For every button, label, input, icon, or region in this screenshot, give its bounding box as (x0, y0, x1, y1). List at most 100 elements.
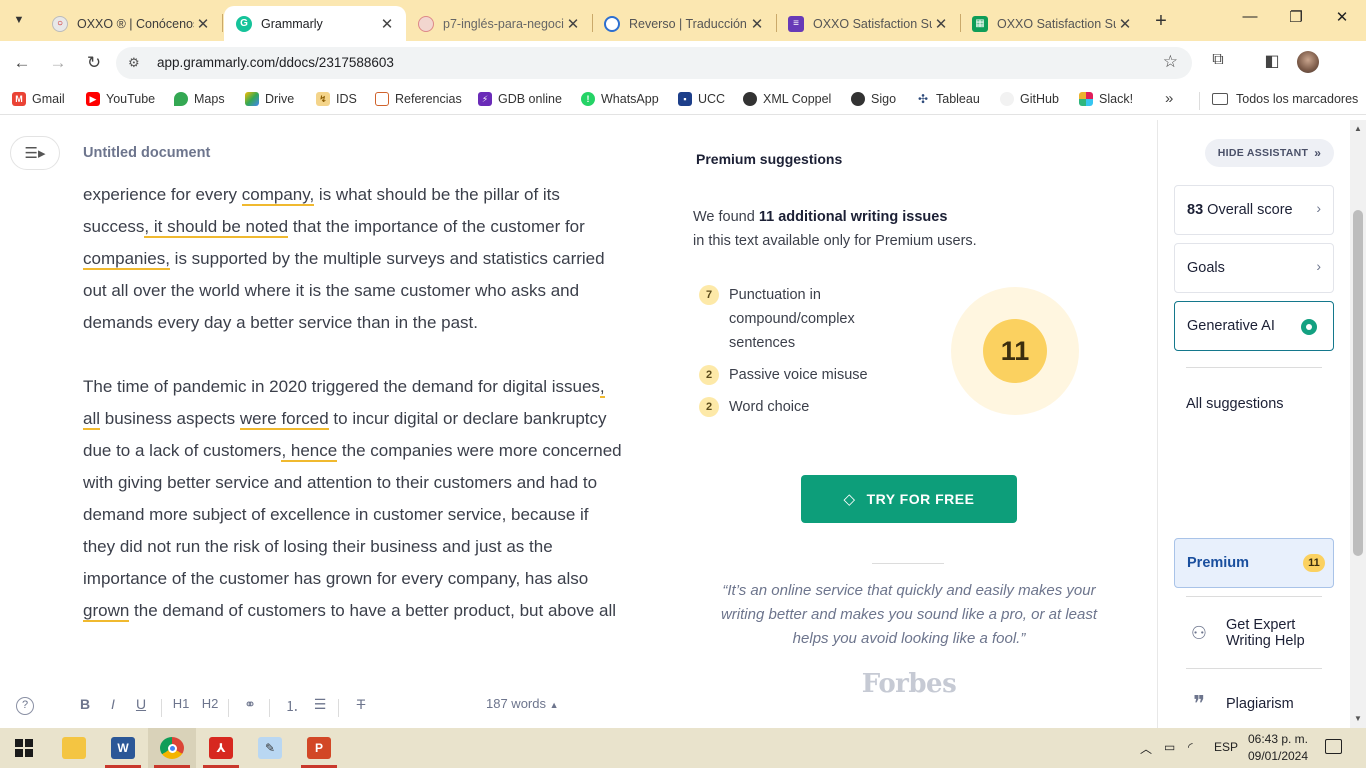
close-icon[interactable]: ✕ (378, 15, 396, 33)
restore-icon[interactable]: ❐ (1276, 8, 1316, 32)
bulleted-list-icon[interactable]: ☰ (309, 696, 331, 713)
suggestion-underline[interactable]: company, (241, 185, 315, 206)
bookmark-sigo[interactable]: Sigo (851, 92, 896, 106)
url-text[interactable]: app.grammarly.com/ddocs/2317588603 (157, 55, 394, 70)
help-icon[interactable]: ? (16, 697, 34, 715)
tab-separator (222, 14, 223, 32)
close-icon[interactable]: ✕ (932, 15, 950, 33)
overall-score-label: Overall score (1207, 202, 1293, 218)
all-suggestions-tab[interactable]: All suggestions (1186, 396, 1284, 412)
new-tab-icon[interactable]: + (1151, 10, 1171, 33)
language-indicator[interactable]: ESP (1214, 740, 1238, 754)
italic-icon[interactable]: I (102, 696, 124, 712)
link-icon[interactable]: ⚭ (239, 696, 261, 713)
premium-tab[interactable]: Premium 11 (1174, 538, 1334, 588)
device-icon[interactable]: ▭ (1164, 740, 1175, 754)
taskbar-chrome[interactable] (148, 728, 196, 768)
tab-search-icon[interactable]: ▼ (6, 8, 32, 32)
close-icon[interactable]: ✕ (194, 15, 212, 33)
bookmark-ucc[interactable]: ▪ UCC (678, 92, 725, 106)
forward-icon[interactable]: → (46, 51, 70, 75)
profile-avatar[interactable] (1297, 51, 1319, 73)
taskbar-word[interactable]: W (99, 728, 147, 768)
overall-score-card[interactable]: 83 Overall score › (1174, 185, 1334, 235)
bookmark-gmail[interactable]: M Gmail (12, 92, 65, 106)
documents-menu-button[interactable]: ☰▸ (10, 136, 60, 170)
scroll-down-icon[interactable]: ▼ (1350, 714, 1366, 723)
suggestion-underline[interactable]: , it should be noted (144, 217, 289, 238)
site-info-icon[interactable]: ⚙ (128, 55, 140, 71)
bookmark-tableau[interactable]: ✣ Tableau (916, 92, 980, 106)
document-body[interactable]: experience for every company, is what sh… (83, 179, 623, 680)
bookmark-referencias[interactable]: Referencias (375, 92, 462, 106)
wifi-icon[interactable]: ◜ (1188, 740, 1193, 754)
start-button[interactable] (0, 728, 48, 768)
issue-row: 2 Passive voice misuse (699, 363, 899, 387)
suggestion-underline[interactable]: companies, (83, 249, 170, 270)
bookmark-slack[interactable]: Slack! (1079, 92, 1133, 106)
scroll-up-icon[interactable]: ▲ (1350, 124, 1366, 133)
document-title[interactable]: Untitled document (83, 145, 210, 161)
extensions-icon[interactable]: ⧉ (1206, 51, 1230, 69)
grammarly-favicon-icon: G (236, 15, 252, 32)
system-clock[interactable]: 06:43 p. m. 09/01/2024 (1240, 731, 1316, 765)
page-scrollbar[interactable]: ▲ ▼ (1350, 120, 1366, 728)
taskbar-file-explorer[interactable] (50, 728, 98, 768)
heading1-icon[interactable]: H1 (170, 696, 192, 711)
back-icon[interactable]: ← (10, 51, 34, 75)
tab-reverso[interactable]: Reverso | Traducción ✕ (592, 6, 776, 41)
bookmark-gdb-online[interactable]: ⚡ GDB online (478, 92, 562, 106)
show-hidden-icons-icon[interactable]: ︿ (1140, 740, 1152, 757)
address-bar[interactable]: ⚙ app.grammarly.com/ddocs/2317588603 ☆ (116, 47, 1192, 79)
close-icon[interactable]: ✕ (1116, 15, 1134, 33)
tab-p7-ingles[interactable]: p7-inglés-para-negocios ✕ (406, 6, 592, 41)
heading2-icon[interactable]: H2 (199, 696, 221, 711)
folder-icon (1212, 93, 1228, 105)
underline-icon[interactable]: U (130, 696, 152, 712)
bookmark-xml-coppel[interactable]: XML Coppel (743, 92, 831, 106)
try-for-free-button[interactable]: ◇ TRY FOR FREE (801, 475, 1017, 523)
notifications-icon[interactable] (1325, 739, 1342, 754)
bookmark-whatsapp[interactable]: ! WhatsApp (581, 92, 659, 106)
premium-label: Premium (1187, 555, 1250, 571)
bookmark-star-icon[interactable]: ☆ (1163, 52, 1178, 72)
bookmark-drive[interactable]: Drive (245, 92, 294, 106)
bookmark-youtube[interactable]: ▶ YouTube (86, 92, 155, 106)
hide-assistant-button[interactable]: HIDE ASSISTANT » (1205, 139, 1334, 167)
bookmark-maps[interactable]: Maps (174, 92, 225, 106)
plagiarism-item[interactable]: ❞ Plagiarism (1186, 691, 1294, 717)
word-count[interactable]: 187 words ▲ (486, 696, 559, 711)
button-label: TRY FOR FREE (866, 491, 975, 507)
suggestion-underline[interactable]: grown (83, 601, 130, 622)
more-bookmarks-icon[interactable]: » (1165, 90, 1173, 107)
generative-ai-card[interactable]: Generative AI (1174, 301, 1334, 351)
scrollbar-thumb[interactable] (1353, 210, 1363, 556)
globe-icon (743, 92, 757, 106)
tab-oxxo-survey-forms[interactable]: ≡ OXXO Satisfaction Survey ✕ (776, 6, 960, 41)
tab-oxxo[interactable]: ○ OXXO ® | Conócenos ✕ (40, 6, 222, 41)
bold-icon[interactable]: B (74, 696, 96, 712)
close-icon[interactable]: ✕ (748, 15, 766, 33)
bookmark-label: Sigo (871, 92, 897, 106)
taskbar-paint[interactable]: ✎ (246, 728, 294, 768)
tab-oxxo-survey-sheets[interactable]: ▦ OXXO Satisfaction Survey ✕ (960, 6, 1144, 41)
taskbar-acrobat[interactable]: ⅄ (197, 728, 245, 768)
numbered-list-icon[interactable]: ⒈ (281, 696, 303, 716)
goals-card[interactable]: Goals › (1174, 243, 1334, 293)
taskbar-powerpoint[interactable]: P (295, 728, 343, 768)
expert-writing-help-item[interactable]: ⚇ Get Expert Writing Help (1186, 617, 1326, 649)
suggestion-underline[interactable]: were forced (239, 409, 329, 430)
bookmark-github[interactable]: GitHub (1000, 92, 1059, 106)
clear-formatting-icon[interactable]: T (350, 696, 372, 712)
tab-grammarly[interactable]: G Grammarly ✕ (224, 6, 406, 41)
side-panel-icon[interactable]: ◧ (1260, 51, 1284, 71)
close-icon[interactable]: ✕ (564, 15, 582, 33)
reload-icon[interactable]: ↻ (82, 51, 106, 75)
all-bookmarks-folder[interactable]: Todos los marcadores (1212, 92, 1358, 106)
minimize-icon[interactable]: — (1230, 8, 1270, 32)
chrome-icon (160, 737, 184, 759)
bookmark-ids[interactable]: ↯ IDS (316, 92, 357, 106)
window-close-icon[interactable]: ✕ (1322, 8, 1362, 32)
suggestion-underline[interactable]: , hence (281, 441, 338, 462)
bookmark-label: Referencias (395, 92, 462, 106)
